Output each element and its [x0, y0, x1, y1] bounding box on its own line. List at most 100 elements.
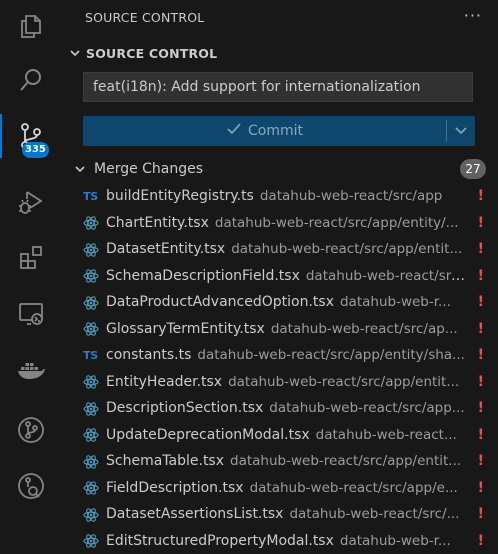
file-name: FieldDescription.tsx — [106, 479, 244, 496]
conflict-status: ! — [477, 532, 484, 549]
file-name: SchemaDescriptionField.tsx — [106, 267, 300, 284]
typescript-file-icon: TS — [83, 349, 98, 362]
file-name: UpdateDeprecationModal.tsx — [106, 426, 310, 443]
react-file-icon — [82, 374, 99, 391]
file-label: EntityHeader.tsx datahub-web-react/src/ap… — [106, 372, 468, 392]
file-row[interactable]: FieldDescription.tsx datahub-web-react/sr… — [62, 475, 498, 502]
search-button[interactable] — [0, 54, 62, 106]
file-label: ChartEntity.tsx datahub-web-react/src/app… — [106, 213, 468, 233]
run-debug-button[interactable] — [0, 176, 62, 228]
check-icon — [226, 122, 242, 140]
chevron-down-icon — [74, 163, 94, 175]
search-icon — [17, 66, 45, 94]
docker-button[interactable] — [0, 344, 62, 396]
conflict-status: ! — [477, 479, 484, 496]
commit-button-label: Commit — [248, 123, 303, 139]
file-row[interactable]: UpdateDeprecationModal.tsx datahub-web-re… — [62, 422, 498, 449]
remote-explorer-icon — [17, 300, 45, 328]
file-row[interactable]: DatasetEntity.tsx datahub-web-react/src/a… — [62, 236, 498, 263]
conflict-status: ! — [477, 453, 484, 469]
sidebar-title: SOURCE CONTROL — [85, 10, 205, 25]
conflict-status: ! — [477, 294, 484, 310]
file-label: FieldDescription.tsx datahub-web-react/sr… — [106, 478, 468, 498]
conflict-status: ! — [477, 214, 484, 231]
extensions-button[interactable] — [0, 232, 62, 284]
git-graph-button[interactable] — [0, 404, 62, 456]
file-row[interactable]: GlossaryTermEntity.tsx datahub-web-react/… — [62, 316, 498, 343]
file-name: DatasetAssertionsList.tsx — [106, 506, 284, 522]
file-row[interactable]: SchemaDescriptionField.tsx datahub-web-re… — [62, 263, 498, 290]
react-file-icon — [82, 427, 99, 444]
source-control-button[interactable]: 335 — [0, 110, 62, 162]
conflict-status: ! — [477, 506, 484, 522]
merge-changes-group[interactable]: Merge Changes 27 — [62, 158, 498, 180]
file-label: DatasetAssertionsList.tsx datahub-web-rea… — [106, 504, 468, 524]
file-path: datahub-web-react/src/app/entit... — [231, 241, 463, 257]
react-file-icon — [82, 268, 99, 285]
file-name: DatasetEntity.tsx — [106, 241, 226, 257]
file-row[interactable]: TS buildEntityRegistry.ts datahub-web-reac… — [62, 183, 498, 210]
file-row[interactable]: ChartEntity.tsx datahub-web-react/src/app… — [62, 210, 498, 237]
file-label: GlossaryTermEntity.tsx datahub-web-react/… — [106, 319, 468, 339]
file-path: datahub-web-react/src/app/e... — [249, 479, 458, 496]
file-row[interactable]: DescriptionSection.tsx datahub-web-react/… — [62, 395, 498, 422]
file-path: datahub-web-react/src/app — [259, 188, 443, 204]
file-name: GlossaryTermEntity.tsx — [106, 320, 265, 337]
commit-button[interactable]: Commit — [83, 116, 446, 146]
sidebar-header: SOURCE CONTROL — [85, 10, 486, 28]
conflict-status: ! — [477, 320, 484, 337]
file-list: TS buildEntityRegistry.ts datahub-web-reac… — [62, 183, 498, 554]
file-name: DescriptionSection.tsx — [106, 400, 264, 416]
react-file-icon — [82, 400, 99, 417]
file-label: DataProductAdvancedOption.tsx datahub-web… — [106, 292, 468, 312]
file-path: datahub-web-react/src/... — [289, 506, 460, 522]
commit-message-input[interactable]: feat(i18n): Add support for internationa… — [83, 72, 473, 102]
gitlens-button[interactable] — [0, 460, 62, 512]
scm-badge: 335 — [22, 142, 49, 158]
file-name: DataProductAdvancedOption.tsx — [106, 294, 334, 310]
file-path: datahub-web-react/src/ap... — [270, 320, 458, 337]
file-path: datahub-web-react/src/app/entity/... — [214, 214, 459, 231]
react-file-icon — [82, 321, 99, 338]
react-file-icon — [82, 215, 99, 232]
file-path: datahub-web-react/src/app/entity/sha... — [197, 347, 465, 363]
commit-button-group: Commit — [83, 116, 475, 146]
commit-dropdown-button[interactable] — [447, 116, 475, 146]
file-path: datahub-web-react/src/app/entit... — [228, 373, 460, 390]
file-row[interactable]: DataProductAdvancedOption.tsx datahub-web… — [62, 289, 498, 316]
file-row[interactable]: SchemaTable.tsx datahub-web-react/src/app… — [62, 448, 498, 475]
file-label: UpdateDeprecationModal.tsx datahub-web-re… — [106, 425, 468, 445]
section-title: SOURCE CONTROL — [86, 45, 218, 61]
file-path: datahub-web-react/src/app/entit... — [230, 453, 462, 469]
chevron-down-icon — [454, 122, 468, 141]
file-name: constants.ts — [106, 347, 192, 363]
file-row[interactable]: TS constants.ts datahub-web-react/src/app/… — [62, 342, 498, 369]
file-name: SchemaTable.tsx — [106, 453, 225, 469]
file-path: datahub-web-react... — [315, 426, 457, 443]
conflict-status: ! — [477, 267, 484, 284]
merge-changes-title: Merge Changes — [94, 161, 204, 177]
file-path: datahub-web-react/src/... — [305, 267, 468, 284]
react-file-icon — [82, 241, 99, 258]
remote-explorer-button[interactable] — [0, 288, 62, 340]
file-path: datahub-web-r... — [339, 294, 451, 310]
file-row[interactable]: EditStructuredPropertyModal.tsx datahub-w… — [62, 528, 498, 554]
conflict-status: ! — [477, 241, 484, 257]
react-file-icon — [82, 453, 99, 470]
file-name: buildEntityRegistry.ts — [106, 188, 254, 204]
source-control-section-header[interactable]: SOURCE CONTROL — [62, 42, 498, 64]
run-debug-icon — [17, 188, 45, 216]
file-row[interactable]: EntityHeader.tsx datahub-web-react/src/ap… — [62, 369, 498, 396]
file-label: DatasetEntity.tsx datahub-web-react/src/a… — [106, 239, 468, 259]
more-actions-icon[interactable]: ··· — [464, 6, 482, 25]
file-label: SchemaTable.tsx datahub-web-react/src/app… — [106, 451, 468, 471]
file-path: datahub-web-r... — [339, 532, 451, 549]
react-file-icon — [82, 294, 99, 311]
files-icon — [17, 12, 45, 40]
file-row[interactable]: DatasetAssertionsList.tsx datahub-web-rea… — [62, 501, 498, 528]
explorer-button[interactable] — [0, 0, 62, 52]
conflict-status: ! — [477, 188, 484, 204]
file-label: buildEntityRegistry.ts datahub-web-react/… — [106, 186, 468, 206]
react-file-icon — [82, 533, 99, 550]
file-label: EditStructuredPropertyModal.tsx datahub-w… — [106, 531, 468, 551]
